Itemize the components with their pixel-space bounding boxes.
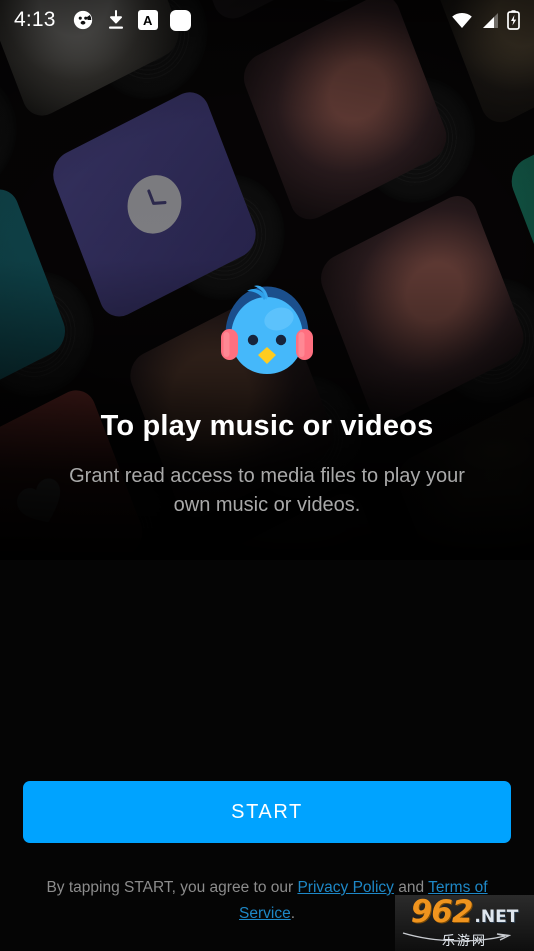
permission-description: Grant read access to media files to play… [69,465,465,516]
status-bar: 4:13 A [0,0,534,40]
legal-suffix: . [290,905,295,922]
privacy-policy-link[interactable]: Privacy Policy [297,879,393,896]
lark-bird-mascot [221,285,313,374]
status-bar-system-icons [451,10,520,30]
watermark-tld: .NET [474,907,519,927]
site-watermark: 962 .NET 乐游网 [395,895,534,951]
wifi-icon [452,12,472,28]
start-button[interactable]: START [23,781,511,843]
status-bar-notification-icons: A [72,9,191,31]
rounded-square-icon [169,9,191,31]
watermark-swoosh-icon [402,932,511,942]
cellular-signal-icon [483,12,498,28]
app-screen: 4:13 A To play music or videos Grant rea… [0,0,534,951]
watermark-brand: 962 [410,895,474,930]
download-icon [108,10,123,29]
permission-content: To play music or videos Grant read acces… [0,0,534,951]
panda-app-icon [73,10,92,30]
legal-conjunction: and [393,879,429,896]
page-title: To play music or videos [100,410,434,442]
legal-prefix: By tapping START, you agree to our [46,879,298,896]
app-letter-icon: A [137,10,158,30]
status-bar-clock: 4:13 [14,8,56,31]
battery-charging-icon [507,10,520,30]
watermark-brand-row: 962 .NET [411,897,519,928]
